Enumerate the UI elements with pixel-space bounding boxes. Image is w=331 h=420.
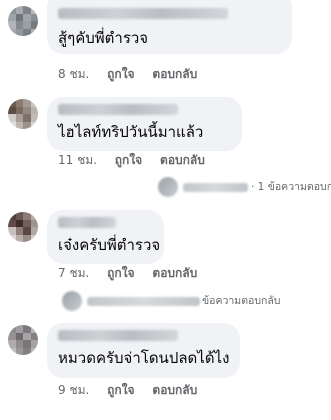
replies-count-text[interactable]: ข้อความตอบกลับ — [202, 293, 280, 309]
comment-bubble: ไฮไลท์ทริปวันนี้มาแล้ว — [47, 97, 242, 151]
reply-button[interactable]: ตอบกลับ — [152, 67, 197, 81]
reply-avatar — [158, 177, 178, 197]
commenter-name-redacted[interactable] — [58, 330, 178, 341]
like-button[interactable]: ถูกใจ — [107, 383, 134, 397]
like-button[interactable]: ถูกใจ — [115, 153, 142, 167]
commenter-name-redacted[interactable] — [58, 8, 228, 19]
replier-name-redacted — [183, 183, 248, 192]
comment-text: เจ๋งครับพี่ตำรวจ — [58, 236, 161, 254]
comment-bubble: เจ๋งครับพี่ตำรวจ — [47, 210, 164, 264]
replier-name-redacted — [87, 297, 200, 306]
reply-button[interactable]: ตอบกลับ — [152, 266, 197, 280]
commenter-name-redacted[interactable] — [58, 217, 116, 228]
like-button[interactable]: ถูกใจ — [107, 266, 134, 280]
reply-button[interactable]: ตอบกลับ — [152, 383, 197, 397]
comment-item: เจ๋งครับพี่ตำรวจ 7 ชม. ถูกใจ ตอบกลับ ข้อ… — [0, 205, 331, 315]
comment-actions: 8 ชม. ถูกใจ ตอบกลับ — [58, 66, 211, 82]
view-replies-link[interactable]: · 1 ข้อความตอบกลับ — [158, 177, 331, 197]
comment-time: 7 ชม. — [58, 266, 90, 280]
comment-actions: 7 ชม. ถูกใจ ตอบกลับ — [58, 265, 211, 281]
comment-bubble: หมวดครับจ่าโดนปลดได้ไง — [47, 323, 240, 378]
avatar[interactable] — [8, 6, 38, 36]
reply-avatar — [62, 291, 82, 311]
replies-count-text[interactable]: · 1 ข้อความตอบกลับ — [251, 179, 331, 195]
comment-item: หมวดครับจ่าโดนปลดได้ไง 9 ชม. ถูกใจ ตอบกล… — [0, 318, 331, 420]
comment-time: 8 ชม. — [58, 67, 90, 81]
comment-actions: 11 ชม. ถูกใจ ตอบกลับ — [58, 152, 219, 168]
comment-time: 11 ชม. — [58, 153, 97, 167]
reply-button[interactable]: ตอบกลับ — [160, 153, 205, 167]
comment-text: ไฮไลท์ทริปวันนี้มาแล้ว — [58, 123, 204, 141]
comment-time: 9 ชม. — [58, 383, 90, 397]
avatar[interactable] — [8, 325, 38, 355]
like-button[interactable]: ถูกใจ — [107, 67, 134, 81]
comment-item: สู้ๆคับพี่ตำรวจ 8 ชม. ถูกใจ ตอบกลับ — [0, 0, 331, 82]
view-replies-link[interactable]: ข้อความตอบกลับ — [62, 291, 331, 311]
comment-text: หมวดครับจ่าโดนปลดได้ไง — [58, 349, 230, 367]
comment-text: สู้ๆคับพี่ตำรวจ — [58, 29, 149, 47]
comment-actions: 9 ชม. ถูกใจ ตอบกลับ — [58, 382, 211, 398]
avatar[interactable] — [8, 212, 38, 242]
commenter-name-redacted[interactable] — [58, 104, 178, 115]
comment-item: ไฮไลท์ทริปวันนี้มาแล้ว 11 ชม. ถูกใจ ตอบก… — [0, 93, 331, 203]
avatar[interactable] — [8, 99, 38, 129]
comment-bubble: สู้ๆคับพี่ตำรวจ — [47, 0, 292, 54]
